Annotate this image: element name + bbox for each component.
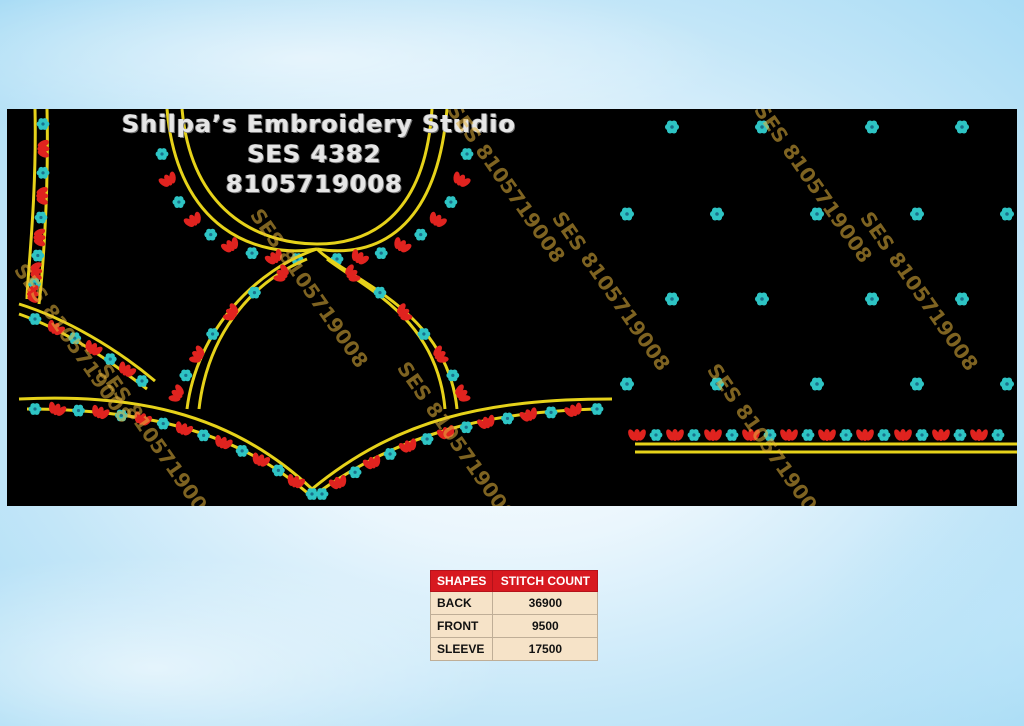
flower-motif-icon xyxy=(909,377,925,391)
leaf-motif-icon xyxy=(433,345,449,363)
flower-motif-icon xyxy=(754,292,770,306)
leaf-motif-icon xyxy=(183,211,201,228)
table-header-row: SHAPES STITCH COUNT xyxy=(429,570,599,592)
stitch-count-table: SHAPES STITCH COUNT BACK 36900 FRONT 950… xyxy=(429,570,599,661)
flower-motif-icon xyxy=(135,375,149,387)
flower-motif-icon xyxy=(999,377,1015,391)
flower-motif-icon xyxy=(809,377,825,391)
flower-motif-icon xyxy=(915,429,929,441)
flower-motif-icon xyxy=(374,247,388,260)
flower-motif-icon xyxy=(687,429,701,441)
leaf-motif-icon xyxy=(175,421,194,436)
flower-motif-icon xyxy=(619,377,635,391)
header-shapes: SHAPES xyxy=(429,570,494,592)
leaf-motif-icon xyxy=(628,429,646,441)
flower-motif-icon xyxy=(725,429,739,441)
leaf-motif-icon xyxy=(932,429,950,441)
leaf-motif-icon xyxy=(894,429,912,441)
flower-motif-icon xyxy=(954,292,970,306)
leaf-motif-icon xyxy=(704,429,722,441)
count-cell: 9500 xyxy=(492,614,599,638)
flower-motif-icon xyxy=(709,207,725,221)
shape-cell: SLEEVE xyxy=(429,637,494,661)
leaf-motif-icon xyxy=(429,211,447,228)
flower-motif-icon xyxy=(179,369,193,382)
count-cell: 17500 xyxy=(492,637,599,661)
flower-motif-icon xyxy=(348,466,362,479)
leaf-motif-icon xyxy=(856,429,874,441)
flower-motif-icon xyxy=(664,120,680,134)
flower-motif-icon xyxy=(839,429,853,441)
flower-motif-icon xyxy=(619,207,635,221)
flower-motif-icon xyxy=(664,292,680,306)
leaf-motif-icon xyxy=(519,407,537,422)
table-row: FRONT 9500 xyxy=(429,614,599,638)
flower-motif-icon xyxy=(72,404,85,417)
table-row: SLEEVE 17500 xyxy=(429,637,599,661)
flower-motif-icon xyxy=(909,207,925,221)
flower-motif-icon xyxy=(801,429,815,441)
flower-motif-icon xyxy=(544,406,558,419)
leaf-motif-icon xyxy=(215,434,233,450)
table-row: BACK 36900 xyxy=(429,591,599,615)
flower-motif-icon xyxy=(864,292,880,306)
leaf-motif-icon xyxy=(394,237,412,253)
flower-motif-icon xyxy=(590,403,604,415)
flower-motif-icon xyxy=(315,488,329,500)
flower-motif-icon xyxy=(954,120,970,134)
flower-motif-icon xyxy=(245,247,259,260)
leaf-motif-icon xyxy=(477,414,495,429)
flower-motif-icon xyxy=(204,228,218,241)
leaf-motif-icon xyxy=(37,139,50,158)
leaf-motif-icon xyxy=(168,384,184,402)
shape-cell: BACK xyxy=(429,591,494,615)
flower-motif-icon xyxy=(953,429,967,441)
flower-motif-icon xyxy=(649,429,663,441)
flower-motif-icon xyxy=(864,120,880,134)
embroidery-design-panel: Shilpa’s Embroidery Studio SES 4382 8105… xyxy=(7,109,1017,506)
design-code: SES 4382 xyxy=(247,140,382,168)
leaf-motif-icon xyxy=(33,228,46,247)
shape-cell: FRONT xyxy=(429,614,494,638)
leaf-motif-icon xyxy=(36,186,49,205)
flower-motif-icon xyxy=(28,403,42,415)
count-cell: 36900 xyxy=(492,591,599,615)
flower-motif-icon xyxy=(991,429,1005,441)
header-stitch-count: STITCH COUNT xyxy=(492,570,599,592)
flower-motif-icon xyxy=(877,429,891,441)
leaf-motif-icon xyxy=(666,429,684,441)
flower-motif-icon xyxy=(414,228,428,241)
leaf-motif-icon xyxy=(780,429,798,441)
flower-motif-icon xyxy=(501,412,514,425)
studio-phone: 8105719008 xyxy=(226,170,403,198)
flower-motif-icon xyxy=(999,207,1015,221)
leaf-motif-icon xyxy=(970,429,988,441)
leaf-motif-icon xyxy=(818,429,836,441)
